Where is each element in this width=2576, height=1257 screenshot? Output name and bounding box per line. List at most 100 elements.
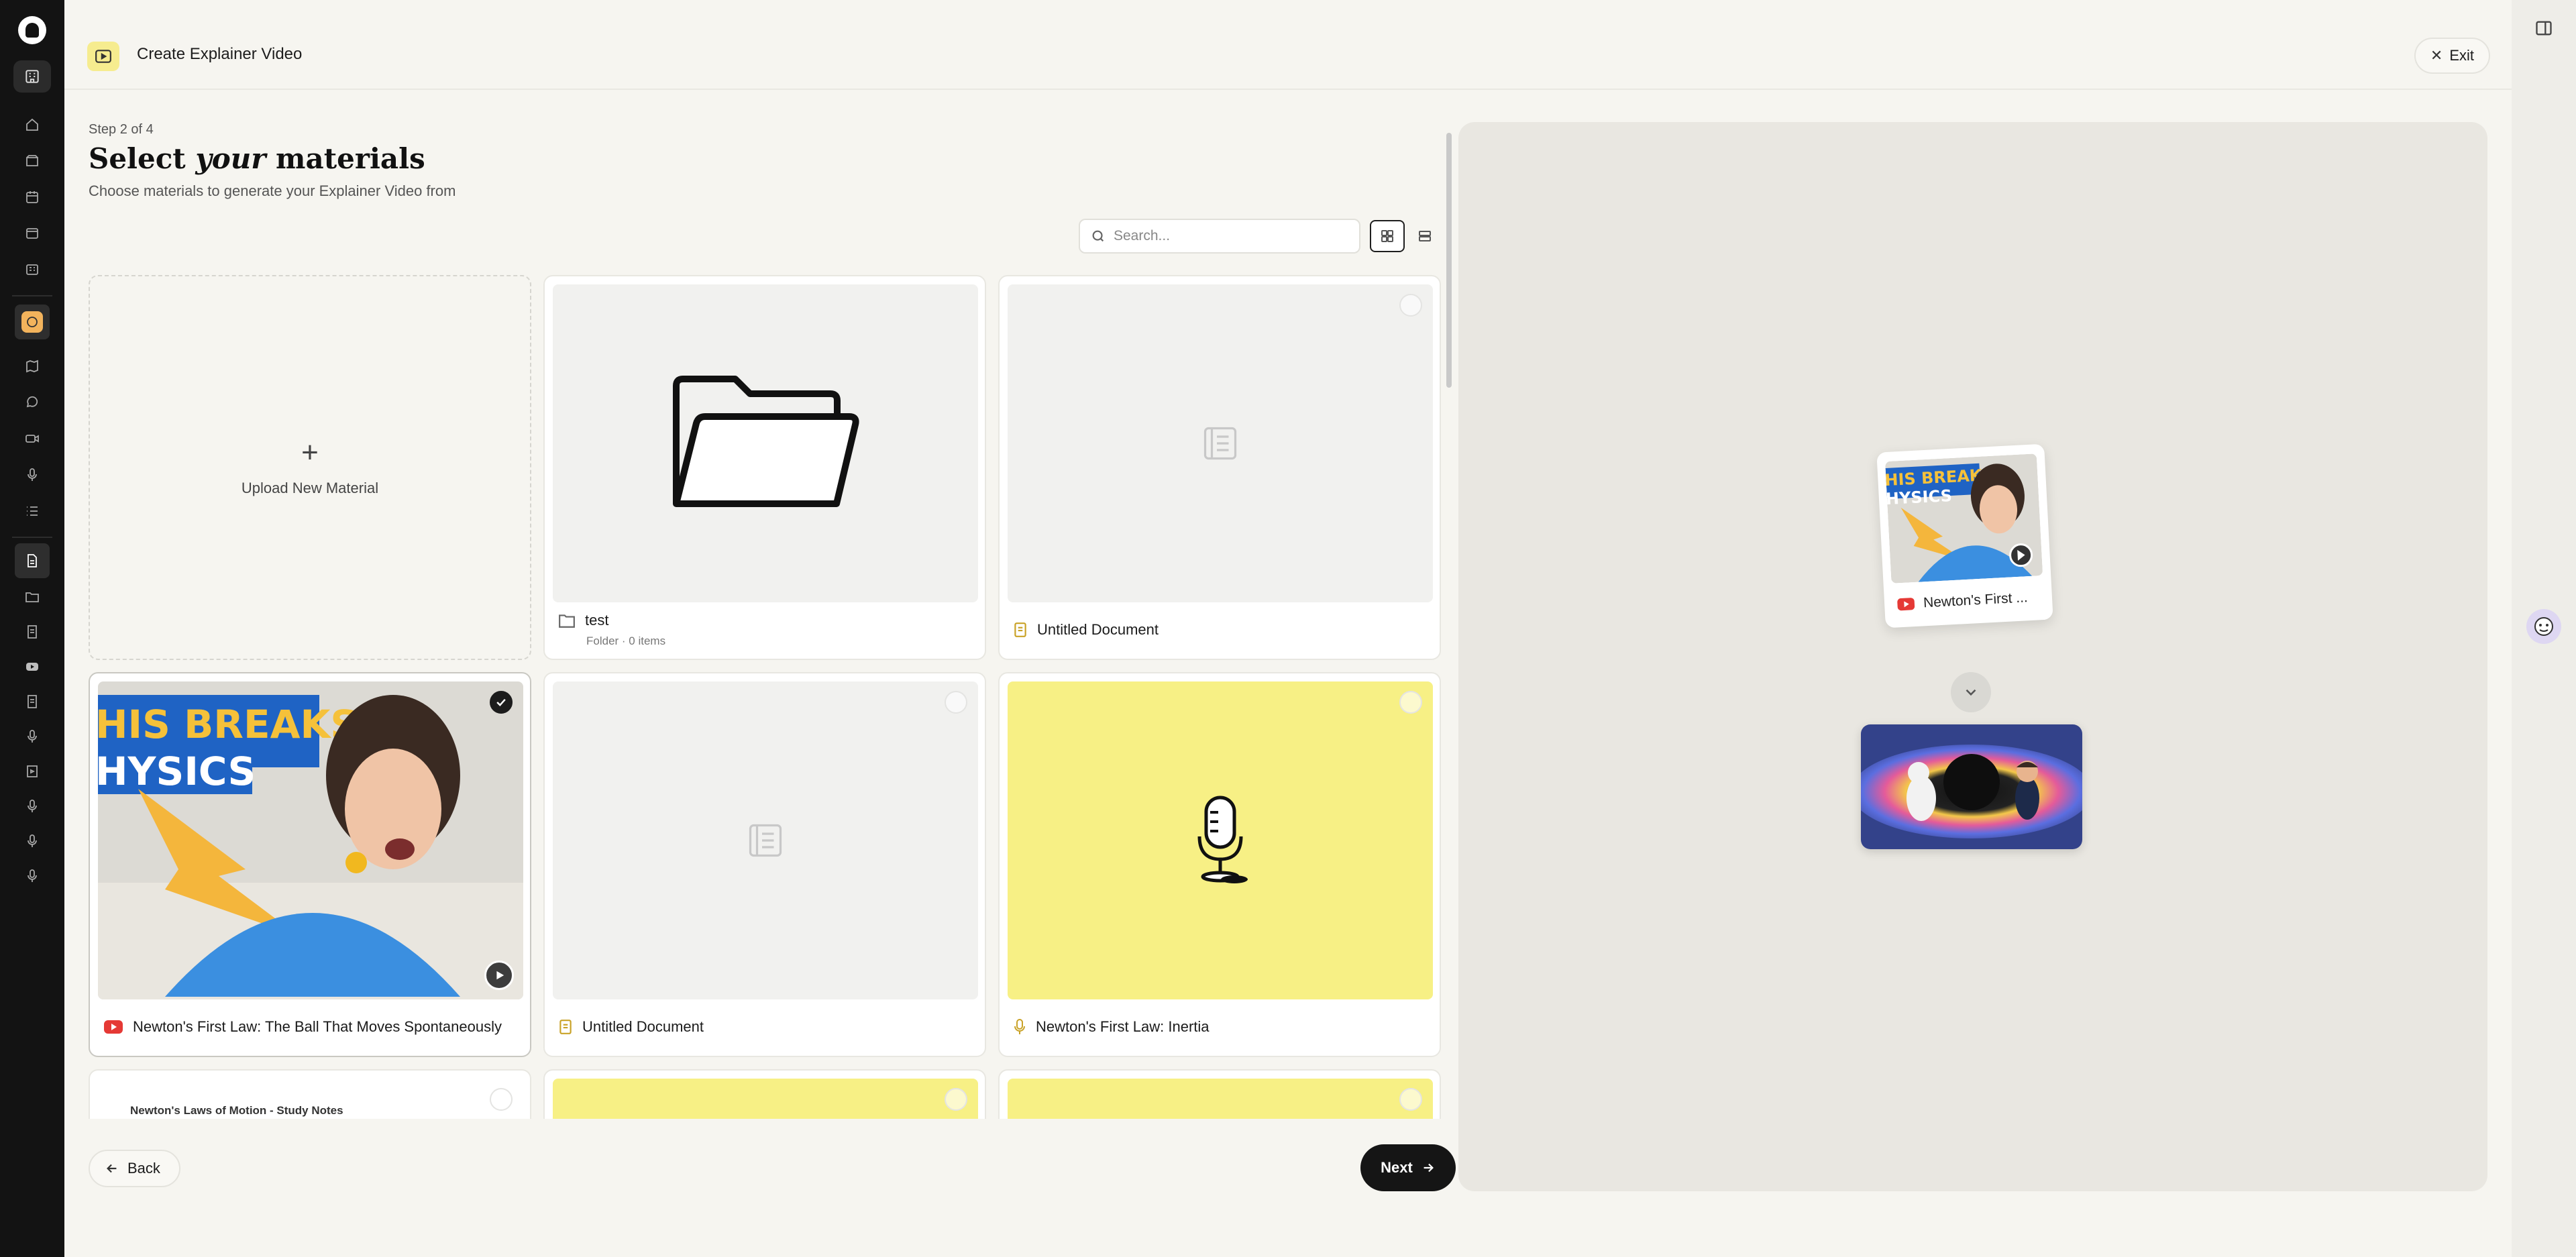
avatar-app-icon[interactable] xyxy=(15,305,50,339)
explainer-video-output-thumbnail xyxy=(1861,724,2082,849)
search-icon xyxy=(1092,230,1104,242)
notes-title: Newton's Laws of Motion - Study Notes xyxy=(130,1104,343,1117)
step-indicator: Step 2 of 4 xyxy=(89,122,154,137)
search-input[interactable] xyxy=(1114,228,1342,244)
document-icon xyxy=(1203,427,1237,460)
youtube-icon xyxy=(1897,598,1915,611)
assistant-avatar[interactable] xyxy=(2526,609,2561,644)
material-card-audio[interactable] xyxy=(543,1069,986,1119)
mic-icon[interactable] xyxy=(20,463,44,487)
map-icon[interactable] xyxy=(20,354,44,378)
material-card-document[interactable]: Untitled Document xyxy=(543,672,986,1057)
preview-source-card: HIS BREAKS HYSICS Newton's First ... xyxy=(1876,443,2053,628)
select-checkbox[interactable] xyxy=(1399,294,1422,317)
preview-source-thumbnail: HIS BREAKS HYSICS xyxy=(1885,453,2043,584)
folder-icon[interactable] xyxy=(20,585,44,609)
panel-toggle-icon[interactable] xyxy=(2534,19,2553,38)
calendar-icon[interactable] xyxy=(20,185,44,209)
list-icon[interactable] xyxy=(20,499,44,523)
window-icon[interactable] xyxy=(20,221,44,245)
grid-icon xyxy=(1381,230,1393,242)
inbox-icon[interactable] xyxy=(20,149,44,173)
video-doc-icon[interactable] xyxy=(20,759,44,783)
doc-type-icon xyxy=(559,1020,572,1034)
youtube-icon[interactable] xyxy=(20,655,44,679)
document-active-icon[interactable] xyxy=(15,543,50,578)
search-box xyxy=(1079,219,1360,254)
list-view-button[interactable] xyxy=(1407,220,1442,252)
audio-type-icon xyxy=(1014,1019,1025,1034)
document-thumbnail xyxy=(1008,284,1433,602)
exit-button[interactable]: ✕ Exit xyxy=(2414,38,2490,74)
select-checkbox-checked[interactable] xyxy=(490,691,513,714)
doc-icon[interactable] xyxy=(20,690,44,714)
preview-panel: HIS BREAKS HYSICS Newton's First ... xyxy=(1458,122,2487,1191)
home-icon[interactable] xyxy=(20,113,44,137)
select-checkbox[interactable] xyxy=(1399,691,1422,714)
back-button[interactable]: Back xyxy=(89,1150,180,1187)
material-title: Newton's First Law: Inertia xyxy=(1013,1018,1210,1036)
back-label: Back xyxy=(127,1160,160,1177)
wizard-title: Select your materials xyxy=(89,142,425,175)
select-checkbox[interactable] xyxy=(1399,1088,1422,1111)
material-card-youtube[interactable]: HIS BREAKS HYSICS Newton's First Law: Th… xyxy=(89,672,531,1057)
audio-thumbnail xyxy=(1008,681,1433,999)
microphone-icon xyxy=(1197,796,1248,883)
close-icon: ✕ xyxy=(2430,47,2443,64)
video-thumbnail: HIS BREAKS HYSICS xyxy=(98,681,523,999)
play-icon[interactable] xyxy=(484,961,514,990)
right-rail xyxy=(2512,0,2576,1257)
mic-icon[interactable] xyxy=(20,864,44,888)
youtube-icon xyxy=(104,1020,123,1034)
materials-scrollbar[interactable] xyxy=(1446,125,1452,1119)
folder-icon xyxy=(673,376,859,507)
material-card-document[interactable]: Untitled Document xyxy=(998,275,1441,660)
plus-icon: + xyxy=(301,436,319,469)
next-label: Next xyxy=(1381,1159,1413,1176)
camera-icon[interactable] xyxy=(20,427,44,451)
app-sidebar xyxy=(0,0,64,1257)
material-card-audio[interactable]: Newton's First Law: Inertia xyxy=(998,672,1441,1057)
select-checkbox[interactable] xyxy=(945,691,967,714)
checkmark-icon xyxy=(496,698,506,706)
video-icon xyxy=(87,42,119,71)
mic-icon[interactable] xyxy=(20,794,44,818)
chat-icon[interactable] xyxy=(20,390,44,415)
material-card-document[interactable]: Newton's Laws of Motion - Study Notes xyxy=(89,1069,531,1119)
material-card-folder[interactable]: test Folder · 0 items xyxy=(543,275,986,660)
page-title: Create Explainer Video xyxy=(137,45,303,63)
select-checkbox[interactable] xyxy=(490,1088,513,1111)
material-title: test xyxy=(558,612,608,629)
list-view-icon xyxy=(1419,231,1431,241)
document-thumbnail xyxy=(553,681,978,999)
doc-type-icon xyxy=(1014,622,1026,637)
material-title: Untitled Document xyxy=(558,1018,704,1036)
upload-material-button[interactable]: + Upload New Material xyxy=(89,275,531,660)
workspace-switcher[interactable] xyxy=(13,60,51,93)
app-logo[interactable] xyxy=(18,16,46,44)
wizard-subtitle: Choose materials to generate your Explai… xyxy=(89,182,456,199)
folder-thumbnail xyxy=(553,284,978,602)
materials-grid: + Upload New Material test Folder · 0 it… xyxy=(89,275,1444,1119)
select-checkbox[interactable] xyxy=(945,1088,967,1111)
video-thumbnail-image: HIS BREAKS HYSICS xyxy=(98,681,523,999)
mic-icon[interactable] xyxy=(20,829,44,853)
preview-source-title: Newton's First ... xyxy=(1896,589,2045,612)
doc-icon[interactable] xyxy=(20,620,44,644)
next-button[interactable]: Next xyxy=(1360,1144,1456,1191)
audio-thumbnail xyxy=(1008,1079,1433,1119)
material-subtitle: Folder · 0 items xyxy=(586,635,666,647)
thumb-text-2: HYSICS xyxy=(98,749,256,794)
chevron-down-icon xyxy=(1951,672,1991,712)
dashboard-icon[interactable] xyxy=(20,258,44,282)
preview-thumb-text-2: HYSICS xyxy=(1885,486,1952,508)
upload-label: Upload New Material xyxy=(241,480,379,496)
material-card-audio[interactable] xyxy=(998,1069,1441,1119)
exit-label: Exit xyxy=(2449,47,2474,64)
folder-small-icon xyxy=(559,614,575,628)
material-title: Newton's First Law: The Ball That Moves … xyxy=(103,1018,502,1036)
thumb-text-1: HIS BREAKS xyxy=(98,702,358,747)
grid-view-button[interactable] xyxy=(1370,220,1405,252)
mic-icon[interactable] xyxy=(20,724,44,749)
arrow-left-icon xyxy=(107,1164,117,1173)
